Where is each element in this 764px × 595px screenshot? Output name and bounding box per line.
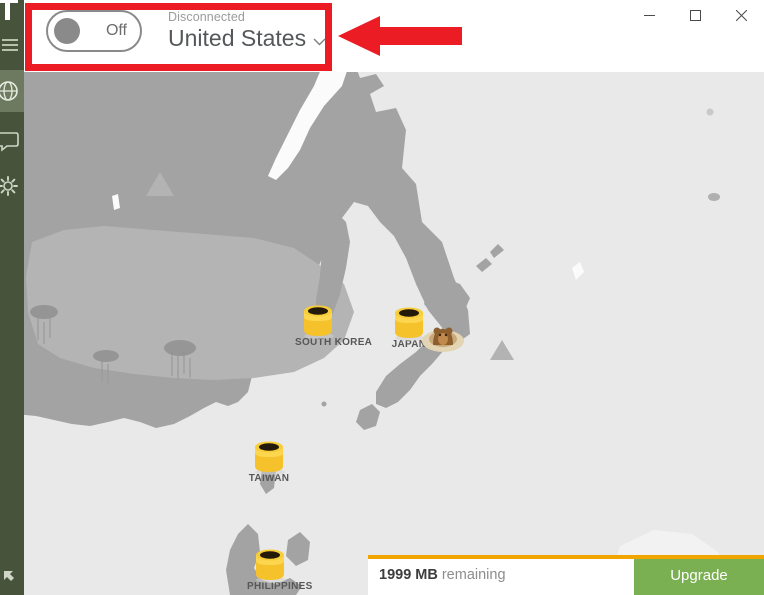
selected-country: United States	[168, 25, 307, 52]
vpn-power-toggle[interactable]: Off	[46, 10, 142, 52]
close-button[interactable]	[718, 0, 764, 30]
map-marker-taiwan[interactable]: TAIWAN	[246, 436, 292, 484]
data-remaining-amount: 1999 MB	[379, 567, 438, 583]
window-controls	[626, 0, 764, 30]
vpn-app-window: SOUTH KOREA JAPAN TAIWAN PHILIPPINES Off…	[0, 0, 764, 595]
country-selector[interactable]: United States	[168, 25, 326, 52]
connection-status-block: Disconnected United States	[168, 10, 326, 52]
barrel-icon	[249, 436, 289, 476]
data-progress-track	[368, 555, 764, 559]
data-usage-bar: 1999 MB remaining Upgrade	[368, 555, 764, 595]
globe-icon	[0, 81, 18, 101]
sidebar-item-locations[interactable]	[0, 70, 24, 112]
connection-status: Disconnected	[168, 10, 245, 25]
sidebar-item-settings[interactable]	[0, 165, 24, 207]
toggle-knob	[54, 18, 80, 44]
data-remaining-text: 1999 MB remaining	[368, 555, 634, 595]
menu-icon[interactable]	[0, 36, 24, 56]
world-map[interactable]: SOUTH KOREA JAPAN TAIWAN PHILIPPINES	[24, 72, 764, 595]
critter-icon	[421, 319, 465, 353]
minimize-button[interactable]	[626, 0, 672, 30]
expand-arrow-icon[interactable]	[2, 569, 20, 587]
connection-controls: Off Disconnected United States	[46, 10, 326, 52]
chat-icon	[0, 132, 19, 152]
toggle-state-label: Off	[105, 22, 127, 39]
map-marker-south-korea[interactable]: SOUTH KOREA	[295, 300, 372, 348]
barrel-icon	[298, 300, 338, 340]
upgrade-button[interactable]: Upgrade	[634, 555, 764, 595]
data-progress-fill	[368, 555, 764, 559]
map-marker-philippines[interactable]: PHILIPPINES	[247, 544, 312, 592]
chevron-down-icon[interactable]	[313, 34, 326, 49]
left-sidebar	[0, 0, 24, 595]
data-remaining-label: remaining	[441, 567, 506, 583]
maximize-button[interactable]	[672, 0, 718, 30]
app-logo-icon	[0, 0, 20, 22]
sidebar-item-support[interactable]	[0, 120, 24, 162]
barrel-icon	[250, 544, 290, 584]
gear-icon	[0, 176, 18, 196]
